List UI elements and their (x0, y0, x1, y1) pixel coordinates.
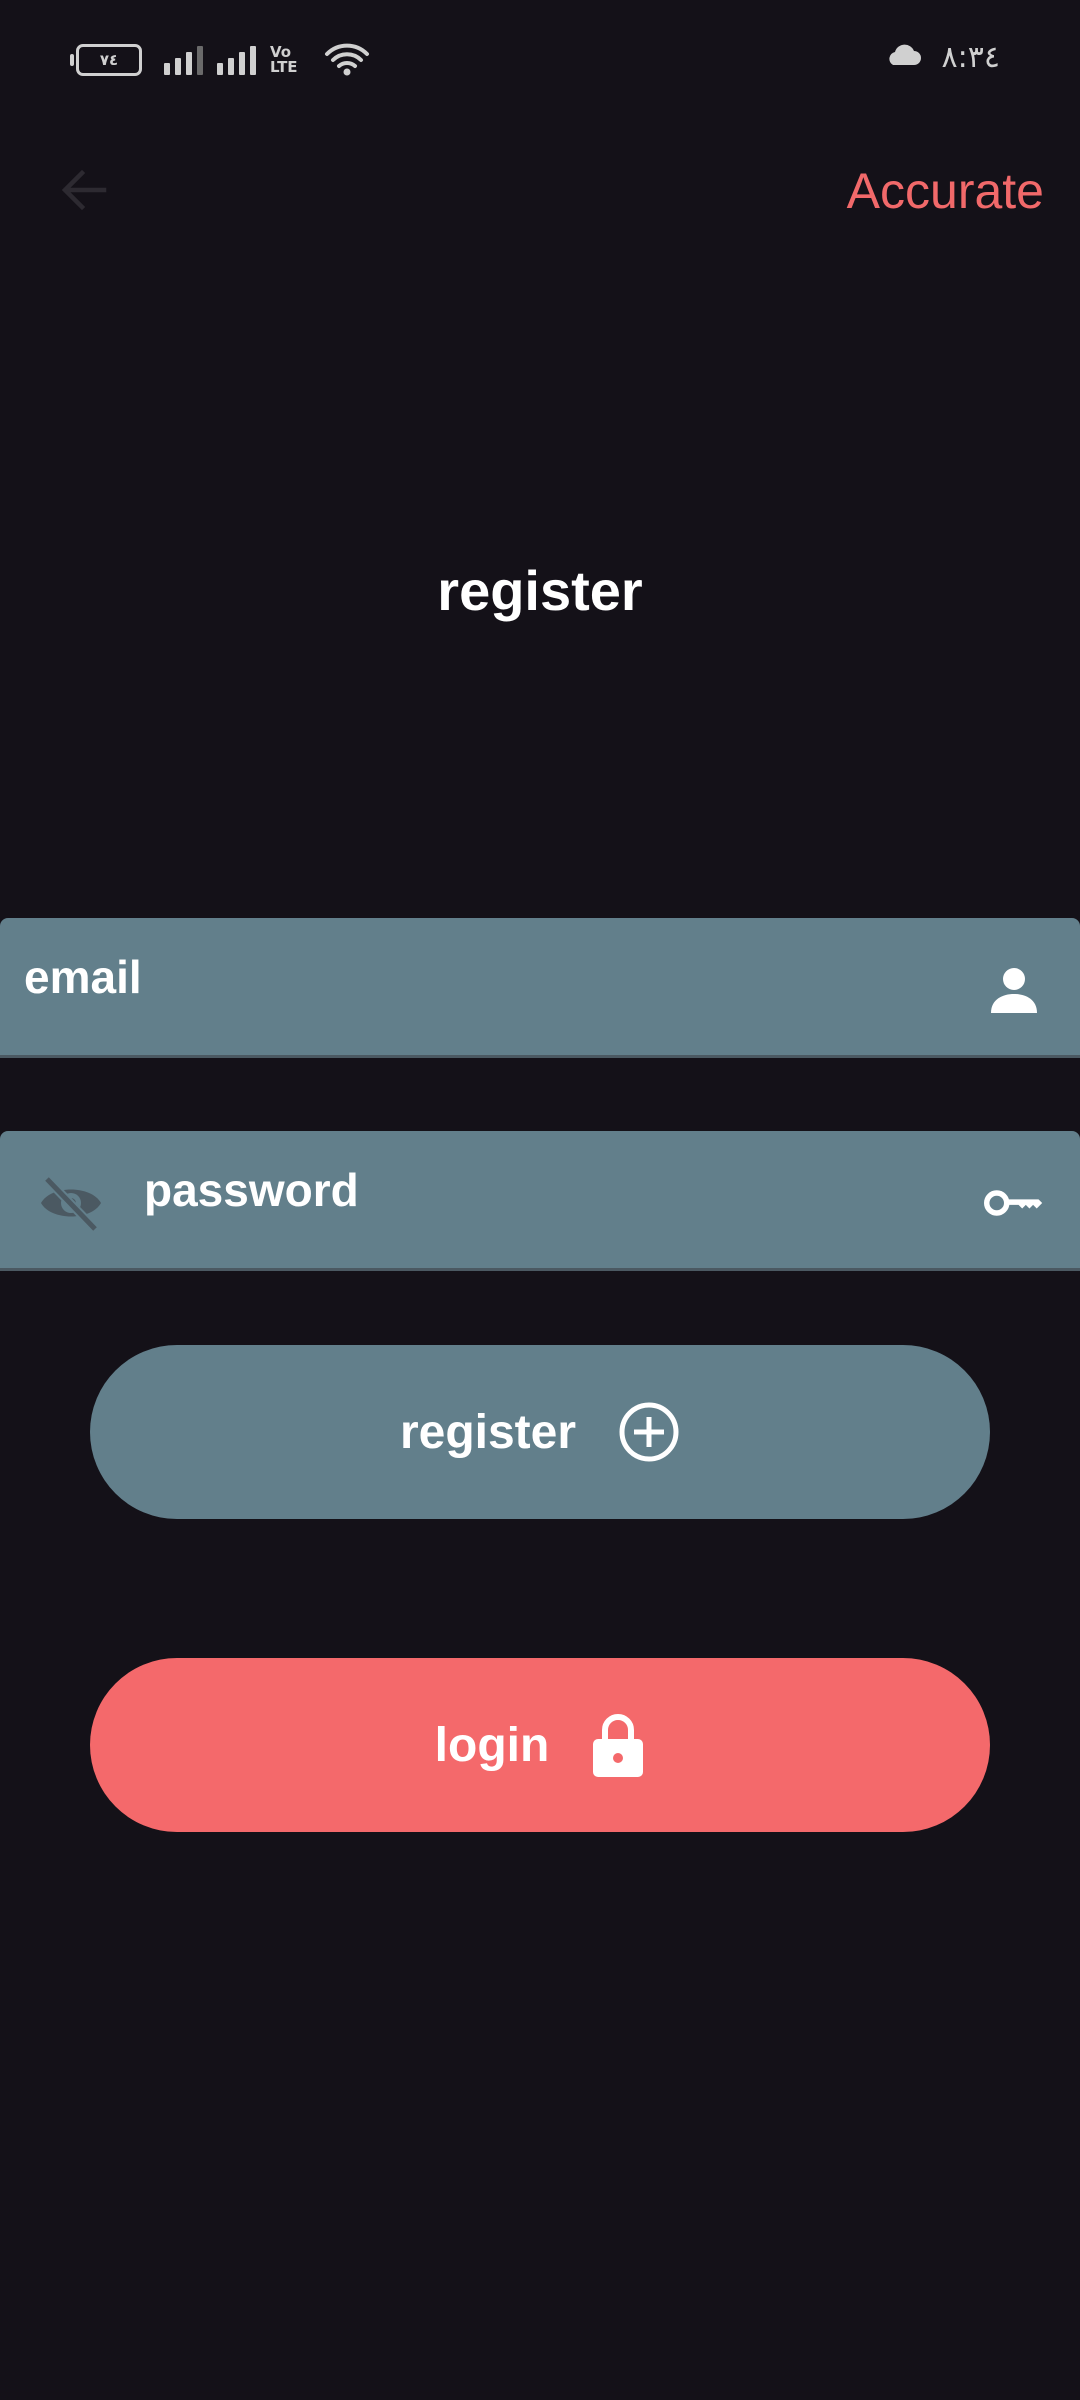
app-bar: Accurate (0, 140, 1080, 240)
lock-icon (591, 1712, 645, 1778)
page-title: register (437, 559, 643, 622)
person-icon (984, 960, 1044, 1020)
arrow-back-icon (58, 164, 110, 221)
login-button[interactable]: login (90, 1658, 990, 1832)
battery-icon: ٧٤ (70, 44, 142, 76)
register-button-label: register (399, 1405, 577, 1459)
login-button-label: login (434, 1718, 550, 1772)
password-field[interactable]: password (0, 1131, 1080, 1271)
add-circle-icon (618, 1401, 680, 1463)
email-field[interactable]: email (0, 918, 1080, 1058)
wifi-icon (324, 42, 370, 78)
password-label: password (144, 1164, 359, 1216)
register-screen: ٧٤ Vo LTE ٨:٣٤ Accurate register email p… (0, 0, 1080, 2400)
status-bar-left: ٧٤ Vo LTE (70, 42, 370, 78)
app-title: Accurate (846, 163, 1044, 219)
key-icon (984, 1173, 1044, 1233)
volte-icon: Vo LTE (270, 43, 298, 76)
cloud-icon (884, 40, 922, 75)
status-bar-right: ٨:٣٤ (884, 40, 1000, 75)
status-bar: ٧٤ Vo LTE ٨:٣٤ (0, 0, 1080, 120)
eye-off-icon[interactable] (36, 1171, 106, 1235)
register-button[interactable]: register (90, 1345, 990, 1519)
signal-1-icon (164, 45, 203, 75)
signal-2-icon (217, 45, 256, 75)
clock: ٨:٣٤ (941, 40, 1000, 75)
battery-level: ٧٤ (99, 51, 119, 69)
back-button[interactable] (52, 160, 116, 224)
email-label: email (24, 951, 142, 1003)
